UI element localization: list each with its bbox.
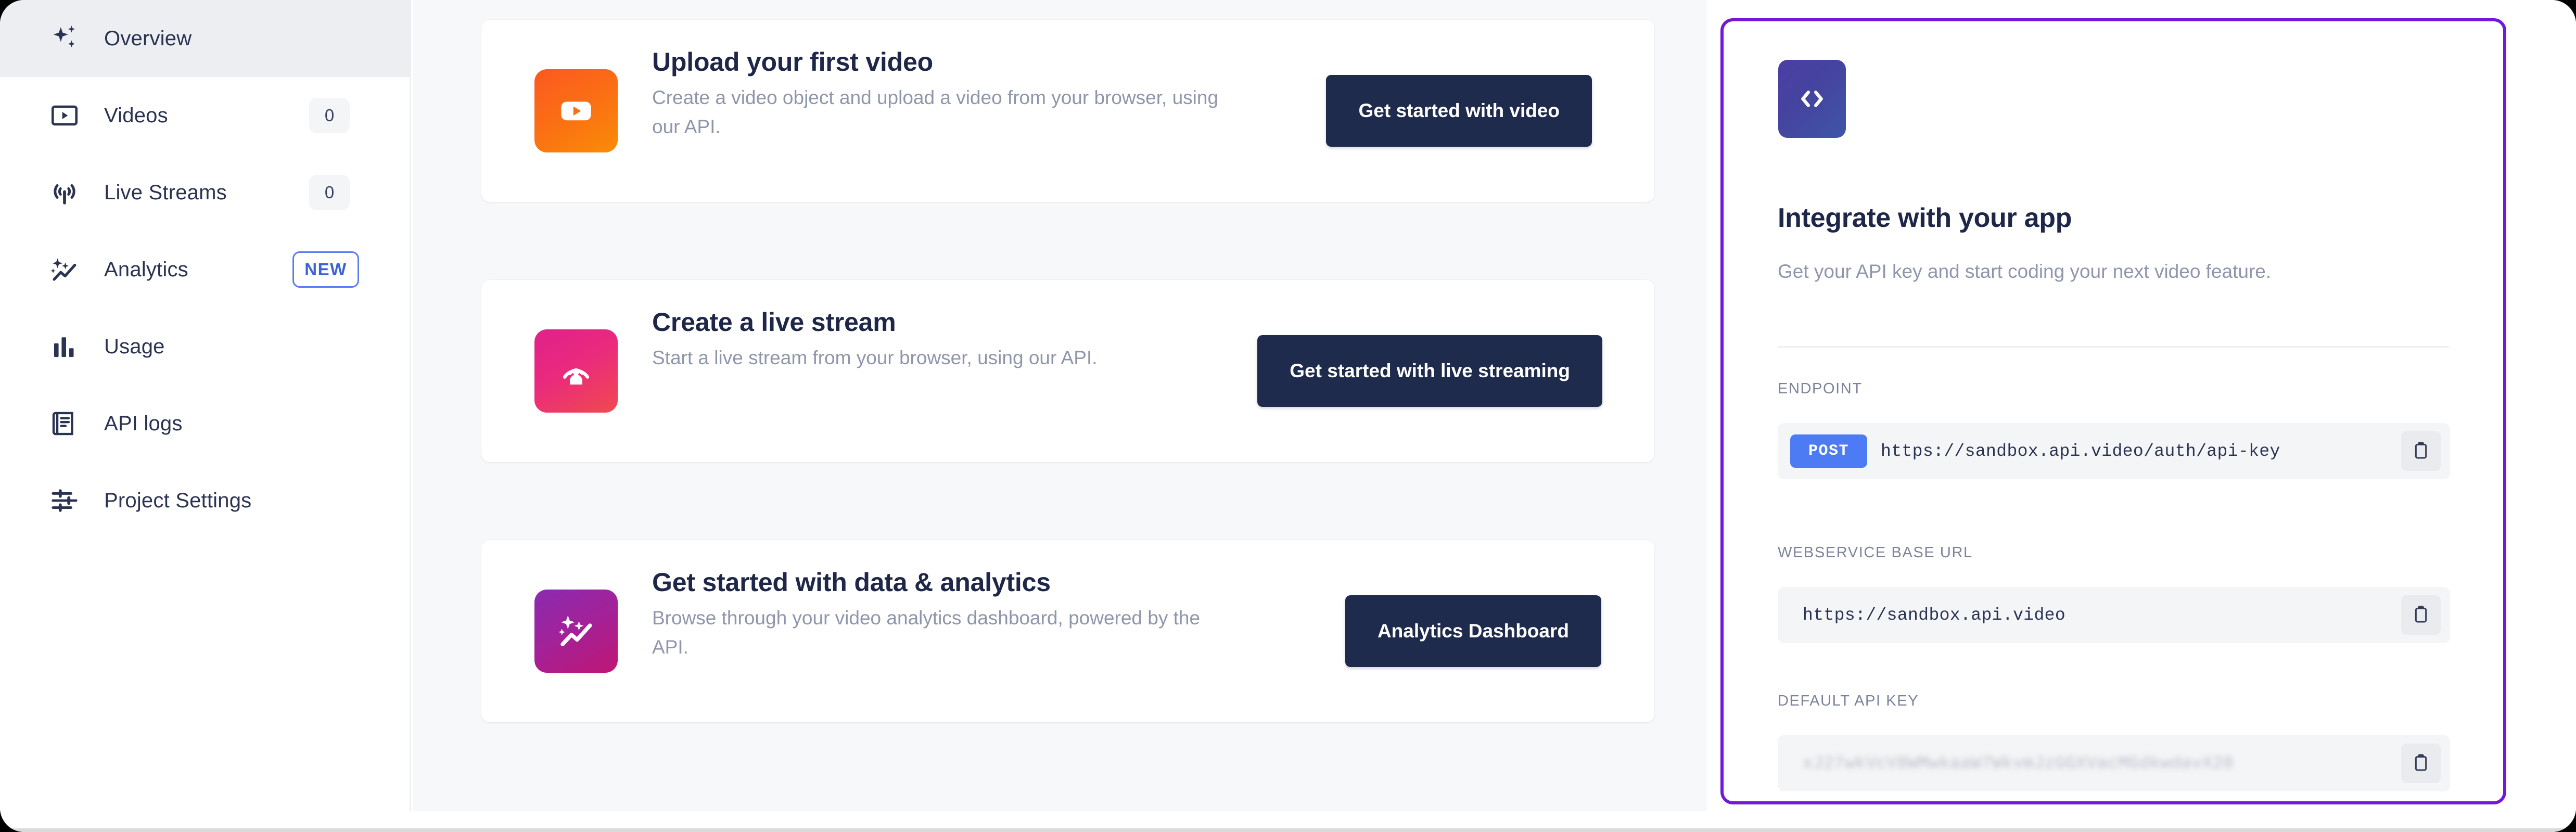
- endpoint-field[interactable]: POST https://sandbox.api.video/auth/api-…: [1778, 423, 2450, 479]
- card-description: Start a live stream from your browser, u…: [652, 347, 1098, 368]
- frame-bottom-edge: [0, 828, 2576, 832]
- get-started-with-video-button[interactable]: Get started with video: [1326, 75, 1592, 147]
- card-description: Browse through your video analytics dash…: [652, 607, 1201, 658]
- sidebar-item-videos[interactable]: Videos 0: [0, 77, 411, 154]
- sidebar-item-label: Usage: [104, 335, 165, 358]
- video-play-icon: [534, 69, 618, 152]
- sidebar-item-live-streams[interactable]: Live Streams 0: [0, 154, 411, 231]
- webservice-base-url-value: https://sandbox.api.video: [1803, 605, 2066, 625]
- endpoint-value: https://sandbox.api.video/auth/api-key: [1881, 441, 2280, 461]
- sidebar-item-label: API logs: [104, 412, 183, 435]
- panel-title: Integrate with your app: [1778, 203, 2072, 233]
- analytics-dashboard-button[interactable]: Analytics Dashboard: [1345, 595, 1601, 667]
- default-api-key-field[interactable]: xJ27wkVcV8WMwkaaW7WkvmJzGGXVacMGdkwdavX2…: [1778, 735, 2450, 791]
- card-title: Get started with data & analytics: [652, 568, 1051, 597]
- sidebar-item-label: Analytics: [104, 258, 188, 281]
- main-content: Upload your first video Create a video o…: [413, 0, 1707, 811]
- webservice-base-url-field[interactable]: https://sandbox.api.video: [1778, 587, 2450, 643]
- sliders-icon: [46, 482, 83, 519]
- sidebar-item-label: Overview: [104, 27, 192, 50]
- sidebar: Overview Videos 0 Live Streams 0 Analyti…: [0, 0, 411, 811]
- sidebar-badge-videos: 0: [309, 98, 350, 133]
- analytics-icon: [46, 251, 83, 288]
- webservice-base-url-label: WEBSERVICE BASE URL: [1778, 544, 1973, 561]
- sidebar-item-label: Live Streams: [104, 181, 227, 204]
- default-api-key-value: xJ27wkVcV8WMwkaaW7WkvmJzGGXVacMGdkwdavX2…: [1803, 753, 2234, 773]
- integrate-with-your-app-panel: Integrate with your app Get your API key…: [1720, 18, 2506, 804]
- http-method-badge: POST: [1790, 434, 1867, 468]
- app-root: Overview Videos 0 Live Streams 0 Analyti…: [0, 0, 2576, 832]
- card-upload-video: Upload your first video Create a video o…: [481, 20, 1654, 202]
- endpoint-label: ENDPOINT: [1778, 380, 1863, 397]
- right-column: Integrate with your app Get your API key…: [1707, 0, 2576, 832]
- sidebar-item-label: Project Settings: [104, 489, 252, 512]
- live-broadcast-icon: [534, 329, 618, 413]
- video-icon: [46, 97, 83, 134]
- get-started-with-live-streaming-button[interactable]: Get started with live streaming: [1257, 335, 1602, 407]
- analytics-sparkle-icon: [534, 590, 618, 673]
- clipboard-icon[interactable]: [2401, 744, 2441, 783]
- clipboard-icon[interactable]: [2401, 431, 2441, 471]
- sidebar-item-analytics[interactable]: Analytics NEW: [0, 231, 411, 308]
- sidebar-badge-live-streams: 0: [309, 175, 350, 210]
- sidebar-item-api-logs[interactable]: API logs: [0, 385, 411, 462]
- card-title: Create a live stream: [652, 308, 896, 337]
- sidebar-badge-analytics-new: NEW: [292, 251, 359, 288]
- panel-subtitle: Get your API key and start coding your n…: [1778, 261, 2272, 282]
- bar-chart-icon: [46, 328, 83, 365]
- card-title: Upload your first video: [652, 47, 933, 76]
- sidebar-item-usage[interactable]: Usage: [0, 308, 411, 385]
- card-create-live-stream: Create a live stream Start a live stream…: [481, 280, 1654, 462]
- code-brackets-icon: [1778, 60, 1846, 138]
- broadcast-icon: [46, 174, 83, 211]
- sidebar-item-project-settings[interactable]: Project Settings: [0, 462, 411, 539]
- panel-divider: [1778, 346, 2449, 348]
- sidebar-item-label: Videos: [104, 104, 168, 127]
- card-data-analytics: Get started with data & analytics Browse…: [481, 540, 1654, 722]
- sparkles-icon: [46, 20, 83, 57]
- card-description: Create a video object and upload a video…: [652, 87, 1219, 138]
- logs-icon: [46, 405, 83, 442]
- clipboard-icon[interactable]: [2401, 595, 2441, 635]
- default-api-key-label: DEFAULT API KEY: [1778, 693, 1919, 709]
- sidebar-item-overview[interactable]: Overview: [0, 0, 411, 77]
